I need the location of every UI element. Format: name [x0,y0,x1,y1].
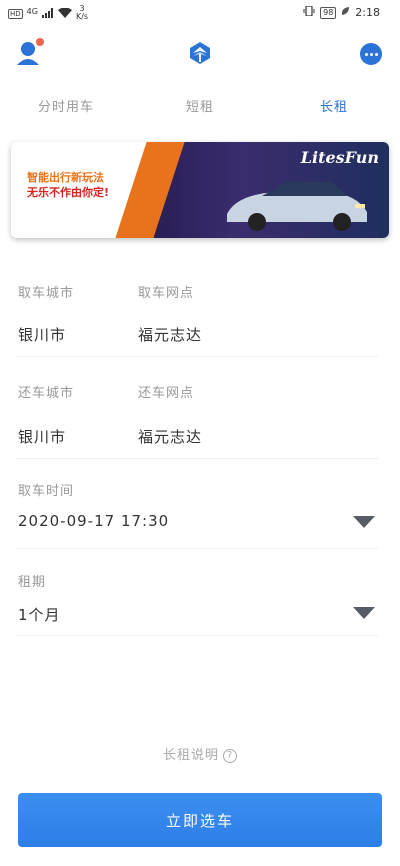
pickup-city-label: 取车城市 [18,286,75,301]
help-label: 长租说明 [162,748,219,763]
long-term-help-link[interactable]: 长租说明? [0,744,400,763]
rental-tabs: 分时用车 短租 长租 [0,96,400,122]
promo-banner[interactable]: 智能出行新玩法 无乐不作由你定! LitesFun [11,142,389,238]
user-icon[interactable] [16,38,44,66]
select-car-button[interactable]: 立即选车 [18,793,382,847]
banner-car-image [227,182,367,231]
network-speed-unit: K/s [75,12,89,21]
clock-time: 2:18 [355,6,380,19]
banner-line2: 无乐不作由你定! [27,186,110,199]
return-city-select[interactable]: 银川市 [18,426,66,447]
battery-indicator: 98 [320,6,337,19]
status-right: 98 2:18 [303,5,380,19]
status-bar: HD 4G 3 K/s 98 2:18 [0,0,400,28]
rental-period-select[interactable]: 1个月 [0,604,400,628]
pickup-time-value: 2020-09-17 17:30 [18,512,170,530]
pickup-time-label: 取车时间 [18,484,75,499]
signal-icon [41,7,54,21]
leaf-icon [341,6,350,19]
pickup-city-select[interactable]: 银川市 [18,324,66,345]
tab-hourly[interactable]: 分时用车 [38,96,94,115]
pickup-spot-label: 取车网点 [138,286,195,301]
banner-brand: LitesFun [300,148,379,167]
top-nav [0,36,400,72]
pickup-spot-select[interactable]: 福元志达 [138,324,202,345]
return-spot-select[interactable]: 福元志达 [138,426,202,447]
question-icon[interactable]: ? [223,748,237,763]
banner-line1: 智能出行新玩法 [27,171,104,184]
banner-slogan: 智能出行新玩法 无乐不作由你定! [27,170,109,200]
hd-indicator: HD [8,9,23,19]
return-city-label: 还车城市 [18,386,75,401]
chevron-down-icon[interactable] [353,516,375,528]
tab-short-term[interactable]: 短租 [186,96,214,115]
tab-long-term[interactable]: 长租 [320,96,348,115]
pickup-time-select[interactable]: 2020-09-17 17:30 [0,512,400,536]
divider [16,356,378,357]
rental-period-label: 租期 [18,575,47,590]
wifi-icon [57,7,72,21]
divider [16,458,378,459]
network-speed: 3 K/s [76,5,88,21]
more-icon[interactable] [360,43,382,65]
banner-ribbon [115,142,185,238]
return-spot-label: 还车网点 [138,386,195,401]
status-left: HD 4G 3 K/s [8,5,88,22]
notification-dot [36,38,44,46]
vibrate-icon [303,5,315,19]
chevron-down-icon[interactable] [353,607,375,619]
rental-period-value: 1个月 [18,606,61,624]
divider [16,635,378,636]
brand-logo-icon [188,41,212,65]
signal-label: 4G [26,6,38,16]
divider [16,548,378,549]
